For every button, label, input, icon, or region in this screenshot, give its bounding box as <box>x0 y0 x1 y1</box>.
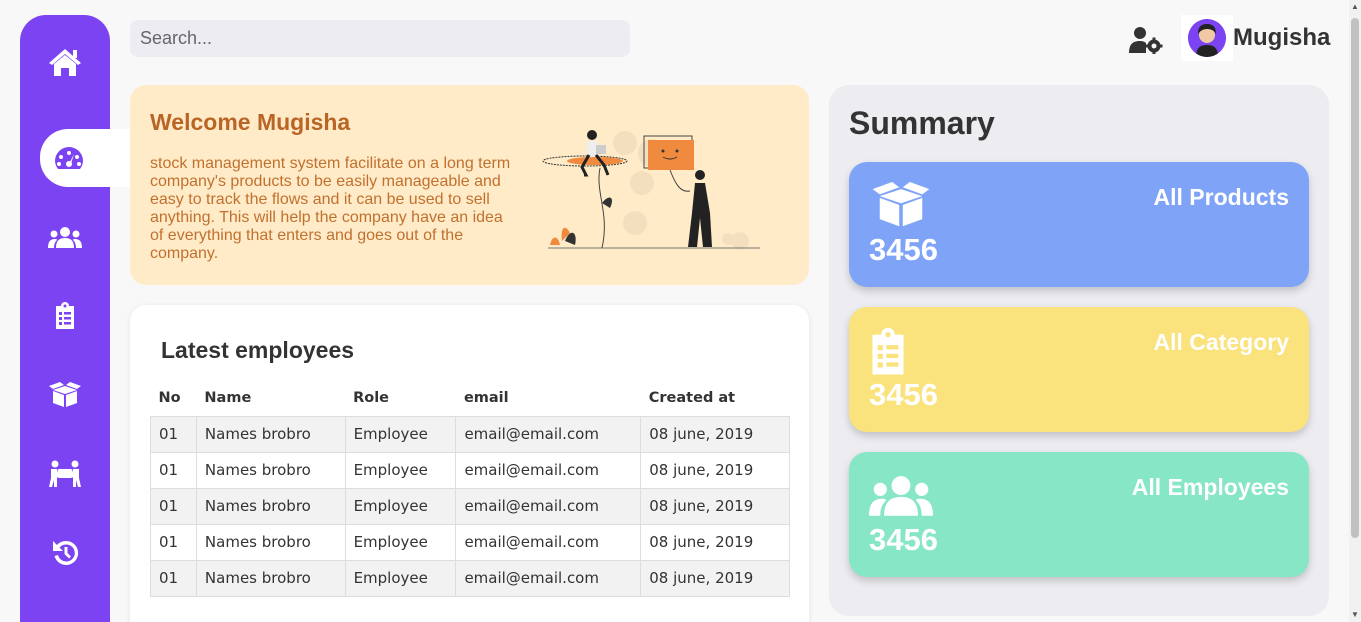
avatar <box>1188 19 1226 57</box>
sidebar-item-sales[interactable] <box>20 445 110 503</box>
all-employees-card[interactable]: All Employees 3456 <box>849 452 1309 577</box>
welcome-text: stock management system facilitate on a … <box>150 155 511 262</box>
all-category-value: 3456 <box>869 377 938 412</box>
scroll-up-arrow-icon[interactable]: ▲ <box>1351 2 1359 12</box>
users-icon <box>869 472 933 523</box>
cell-name: Names brobro <box>195 415 346 453</box>
box-open-icon <box>869 182 933 233</box>
column-header-created-at: Created at <box>648 389 736 406</box>
table-row[interactable]: 01 Names brobro Employee email@email.com… <box>150 415 790 453</box>
clipboard-list-icon <box>869 327 907 382</box>
avatar-container <box>1181 15 1233 61</box>
cell-role: Employee <box>344 415 457 453</box>
cell-role: Employee <box>344 451 457 489</box>
summary-title: Summary <box>849 105 995 141</box>
cell-no: 01 <box>150 451 197 489</box>
welcome-illustration <box>542 130 760 250</box>
all-category-title: All Category <box>1153 329 1289 355</box>
clipboard-list-icon <box>56 302 74 329</box>
cell-role: Employee <box>344 487 457 525</box>
users-icon <box>48 227 82 248</box>
column-header-name: Name <box>204 389 252 406</box>
column-header-email: email <box>463 389 509 406</box>
employees-table: No Name Role email Created at 01 Names b… <box>150 380 790 597</box>
all-products-title: All Products <box>1153 184 1289 210</box>
all-products-value: 3456 <box>869 232 938 267</box>
cell-name: Names brobro <box>195 451 346 489</box>
user-profile[interactable]: Mugisha <box>1181 15 1330 61</box>
all-category-card[interactable]: All Category 3456 <box>849 307 1309 432</box>
user-cog-icon <box>1129 27 1163 55</box>
sidebar-item-categories[interactable] <box>20 287 110 345</box>
sidebar-item-history[interactable] <box>20 524 110 582</box>
history-icon <box>53 540 79 565</box>
cell-created-at: 08 june, 2019 <box>640 451 790 489</box>
table-row[interactable]: 01 Names brobro Employee email@email.com… <box>150 523 790 561</box>
cell-name: Names brobro <box>195 523 346 561</box>
cell-no: 01 <box>150 523 197 561</box>
cell-no: 01 <box>150 559 197 597</box>
cell-email: email@email.com <box>455 451 642 489</box>
cell-created-at: 08 june, 2019 <box>640 559 790 597</box>
cell-name: Names brobro <box>195 487 346 525</box>
cell-role: Employee <box>344 559 457 597</box>
page-scrollbar[interactable]: ▲ ▼ <box>1349 0 1361 622</box>
table-row[interactable]: 01 Names brobro Employee email@email.com… <box>150 559 790 597</box>
latest-employees-card: Latest employees No Name Role email Crea… <box>130 305 809 622</box>
cell-email: email@email.com <box>455 523 642 561</box>
cell-email: email@email.com <box>455 487 642 525</box>
sidebar-item-products[interactable] <box>20 366 110 424</box>
home-icon <box>49 49 81 76</box>
cell-no: 01 <box>150 415 197 453</box>
people-carry-icon <box>49 460 81 487</box>
scrollbar-thumb[interactable] <box>1351 18 1359 538</box>
cell-email: email@email.com <box>455 559 642 597</box>
sidebar <box>20 15 132 622</box>
search-input[interactable] <box>130 20 630 57</box>
sidebar-item-dashboard[interactable] <box>40 129 132 187</box>
box-open-icon <box>49 382 81 407</box>
user-settings-button[interactable] <box>1129 26 1163 55</box>
user-name: Mugisha <box>1233 24 1331 51</box>
table-row[interactable]: 01 Names brobro Employee email@email.com… <box>150 487 790 525</box>
summary-panel: Summary All Products 3456 All Category 3… <box>829 85 1329 616</box>
welcome-title: Welcome Mugisha <box>150 109 351 135</box>
all-products-card[interactable]: All Products 3456 <box>849 162 1309 287</box>
cell-no: 01 <box>150 487 197 525</box>
scroll-down-arrow-icon[interactable]: ▼ <box>1351 610 1359 620</box>
all-employees-title: All Employees <box>1131 474 1289 500</box>
welcome-card: Welcome Mugisha stock management system … <box>130 85 809 285</box>
cell-name: Names brobro <box>195 559 346 597</box>
sidebar-item-employees[interactable] <box>20 208 110 266</box>
table-header-row: No Name Role email Created at <box>151 380 790 416</box>
column-header-no: No <box>158 389 181 406</box>
cell-role: Employee <box>344 523 457 561</box>
cell-created-at: 08 june, 2019 <box>640 487 790 525</box>
sidebar-item-home[interactable] <box>20 33 110 91</box>
cell-created-at: 08 june, 2019 <box>640 523 790 561</box>
all-employees-value: 3456 <box>869 522 938 557</box>
dashboard-icon <box>55 147 83 169</box>
latest-employees-title: Latest employees <box>161 337 355 363</box>
table-row[interactable]: 01 Names brobro Employee email@email.com… <box>150 451 790 489</box>
cell-created-at: 08 june, 2019 <box>640 415 790 453</box>
column-header-role: Role <box>353 389 389 406</box>
cell-email: email@email.com <box>455 415 642 453</box>
